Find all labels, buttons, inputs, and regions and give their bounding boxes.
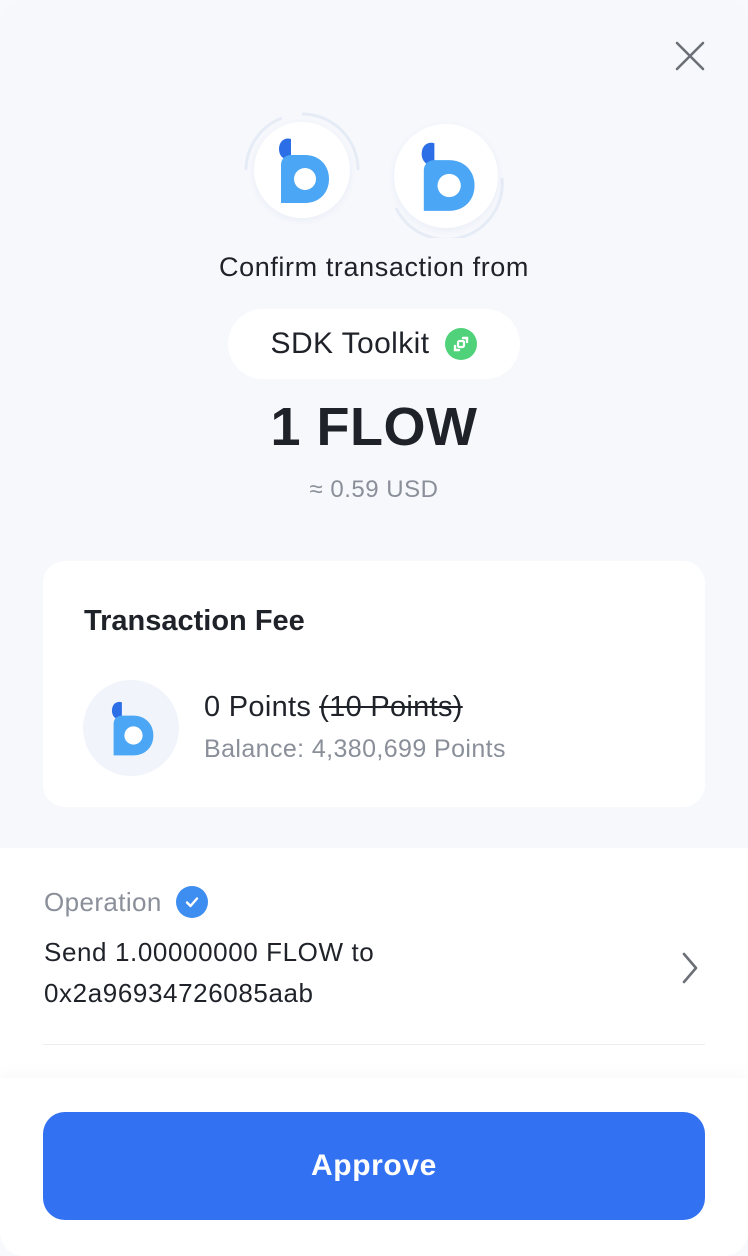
points-logo bbox=[83, 680, 179, 776]
approve-button[interactable]: Approve bbox=[43, 1112, 705, 1220]
points-balance: Balance: 4,380,699 Points bbox=[204, 735, 506, 763]
transaction-fee-card: Transaction Fee 0 Points (10 Points) Bala… bbox=[43, 561, 705, 807]
fee-original-points: (10 Points) bbox=[319, 691, 463, 723]
wallet-logo bbox=[386, 118, 506, 238]
app-name: SDK Toolkit bbox=[270, 327, 430, 360]
confirm-heading: Confirm transaction from bbox=[219, 252, 529, 282]
check-badge-icon bbox=[175, 886, 208, 918]
flow-link-icon bbox=[445, 328, 478, 360]
fee-amount: 0 Points (10 Points) bbox=[204, 691, 463, 724]
close-icon bbox=[675, 41, 705, 71]
wallet-logo-icon bbox=[421, 142, 475, 211]
operation-section: Operation Send 1.00000000 FLOW to 0x2a96… bbox=[0, 848, 748, 1256]
wallet-logo-icon bbox=[279, 138, 329, 203]
fee-points: 0 Points bbox=[204, 691, 312, 723]
operation-description: Send 1.00000000 FLOW to 0x2a96934726085a… bbox=[44, 932, 374, 1014]
app-logos bbox=[0, 110, 748, 238]
operation-label: Operation bbox=[44, 886, 162, 917]
operation-label-row: Operation bbox=[44, 886, 208, 918]
transaction-amount: 1 FLOW bbox=[270, 397, 478, 457]
dapp-logo bbox=[242, 110, 362, 230]
usd-equivalent: ≈ 0.59 USD bbox=[309, 476, 439, 503]
transaction-confirm-modal: Confirm transaction from SDK Toolkit 1 F… bbox=[0, 0, 748, 1256]
divider bbox=[43, 1044, 705, 1045]
fee-title: Transaction Fee bbox=[84, 605, 305, 637]
close-button[interactable] bbox=[668, 34, 712, 78]
chevron-right-icon bbox=[682, 952, 698, 984]
wallet-logo-icon bbox=[111, 701, 154, 756]
operation-details-row[interactable]: Send 1.00000000 FLOW to 0x2a96934726085a… bbox=[0, 932, 748, 1032]
app-name-pill: SDK Toolkit bbox=[228, 309, 520, 379]
operation-description-line1: Send 1.00000000 FLOW to bbox=[44, 937, 375, 967]
operation-recipient-address: 0x2a96934726085aab bbox=[44, 978, 314, 1008]
